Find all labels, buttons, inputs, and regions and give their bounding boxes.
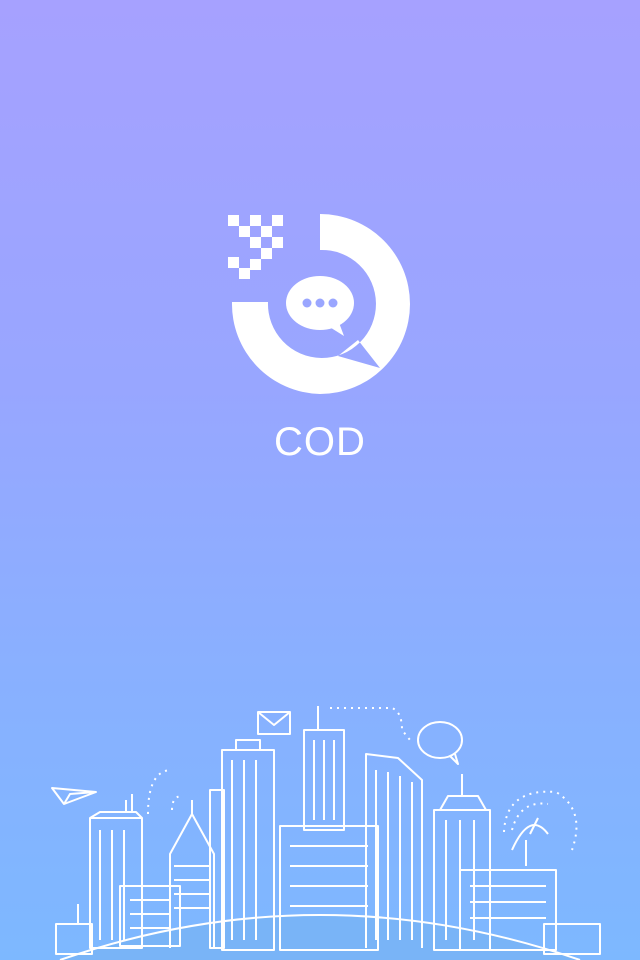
paper-plane-icon xyxy=(51,787,97,805)
building-right xyxy=(433,774,491,951)
app-logo xyxy=(228,214,410,394)
city-illustration xyxy=(51,706,601,960)
app-name: COD xyxy=(274,420,366,464)
signal-arcs xyxy=(147,769,183,815)
building-tower-b xyxy=(279,706,379,951)
ground-arc xyxy=(59,914,581,960)
splash-screen: COD xyxy=(0,0,640,960)
speech-bubble-icon xyxy=(417,721,463,765)
envelope-icon xyxy=(257,711,291,735)
logo-pixels xyxy=(228,215,283,279)
building-left xyxy=(89,794,143,949)
dotted-line xyxy=(330,707,411,741)
satellite-dish-icon xyxy=(503,790,578,866)
chat-bubble-icon xyxy=(286,276,354,336)
